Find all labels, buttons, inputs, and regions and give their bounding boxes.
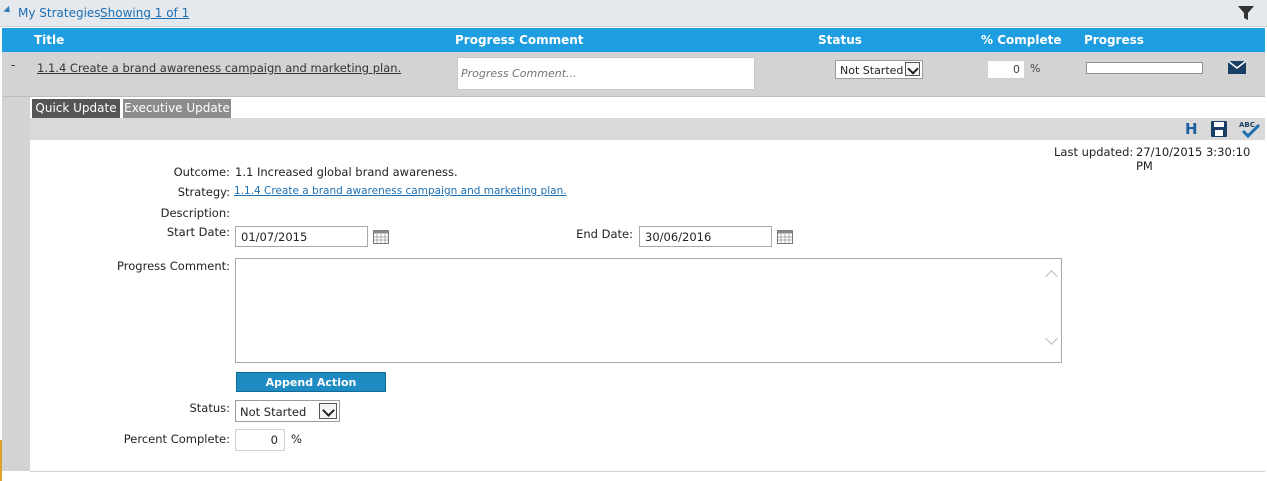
column-header-progress-comment[interactable]: Progress Comment xyxy=(455,33,584,47)
strategy-title-link[interactable]: 1.1.4 Create a brand awareness campaign … xyxy=(37,61,401,75)
chevron-down-icon[interactable] xyxy=(905,62,920,76)
spellcheck-icon[interactable]: ABC xyxy=(1237,120,1261,138)
gutter-accent xyxy=(0,440,2,481)
tab-executive-update[interactable]: Executive Update xyxy=(123,99,231,118)
detail-toolbar xyxy=(30,118,1265,140)
history-button[interactable]: H xyxy=(1185,120,1198,138)
percent-complete-input[interactable]: 0 xyxy=(235,429,285,451)
section-header xyxy=(0,0,1267,27)
grid-header xyxy=(2,28,1265,52)
row-status-value: Not Started xyxy=(840,64,904,77)
svg-text:ABC: ABC xyxy=(1239,121,1255,129)
percent-complete-label: Percent Complete: xyxy=(123,432,230,446)
progress-comment-input[interactable] xyxy=(457,57,755,90)
start-date-label: Start Date: xyxy=(166,225,230,239)
status-value: Not Started xyxy=(240,405,307,419)
tab-quick-update[interactable]: Quick Update xyxy=(32,99,120,118)
outcome-label: Outcome: xyxy=(173,165,230,179)
column-header-status[interactable]: Status xyxy=(818,33,862,47)
column-header-title[interactable]: Title xyxy=(34,33,64,47)
row-collapse-button[interactable]: - xyxy=(11,58,15,72)
status-label: Status: xyxy=(189,401,230,415)
progress-comment-label: Progress Comment: xyxy=(117,259,230,273)
column-header-progress[interactable]: Progress xyxy=(1084,33,1144,47)
progress-bar xyxy=(1086,62,1203,74)
calendar-icon[interactable] xyxy=(777,230,793,244)
section-title[interactable]: My Strategies xyxy=(18,6,101,20)
percent-sign: % xyxy=(291,432,302,446)
calendar-icon[interactable] xyxy=(373,230,389,244)
description-label: Description: xyxy=(160,206,230,220)
strategy-label: Strategy: xyxy=(177,185,230,199)
row-percent-input[interactable]: 0 xyxy=(987,60,1025,79)
end-date-label: End Date: xyxy=(576,227,633,241)
section-count-link[interactable]: Showing 1 of 1 xyxy=(100,6,189,20)
last-updated-label: Last updated: xyxy=(1054,145,1134,159)
row-status-select[interactable]: Not Started xyxy=(835,60,923,79)
end-date-input[interactable]: 30/06/2016 xyxy=(639,226,772,247)
status-select[interactable]: Not Started xyxy=(235,400,340,422)
start-date-input[interactable]: 01/07/2015 xyxy=(235,226,368,247)
last-updated-value: 27/10/2015 3:30:10 PM xyxy=(1136,145,1251,173)
save-icon[interactable] xyxy=(1211,121,1227,137)
row-percent-sign: % xyxy=(1030,62,1041,75)
outcome-value: 1.1 Increased global brand awareness. xyxy=(235,165,458,179)
email-icon[interactable] xyxy=(1228,61,1246,74)
column-header-percent-complete[interactable]: % Complete xyxy=(981,33,1061,47)
strategy-link[interactable]: 1.1.4 Create a brand awareness campaign … xyxy=(234,185,567,197)
progress-comment-textarea[interactable] xyxy=(235,258,1062,363)
append-action-comments-button[interactable]: Append Action Comments xyxy=(236,372,386,409)
filter-icon[interactable] xyxy=(1237,4,1255,22)
chevron-down-icon[interactable] xyxy=(319,403,337,419)
divider xyxy=(30,471,1265,472)
